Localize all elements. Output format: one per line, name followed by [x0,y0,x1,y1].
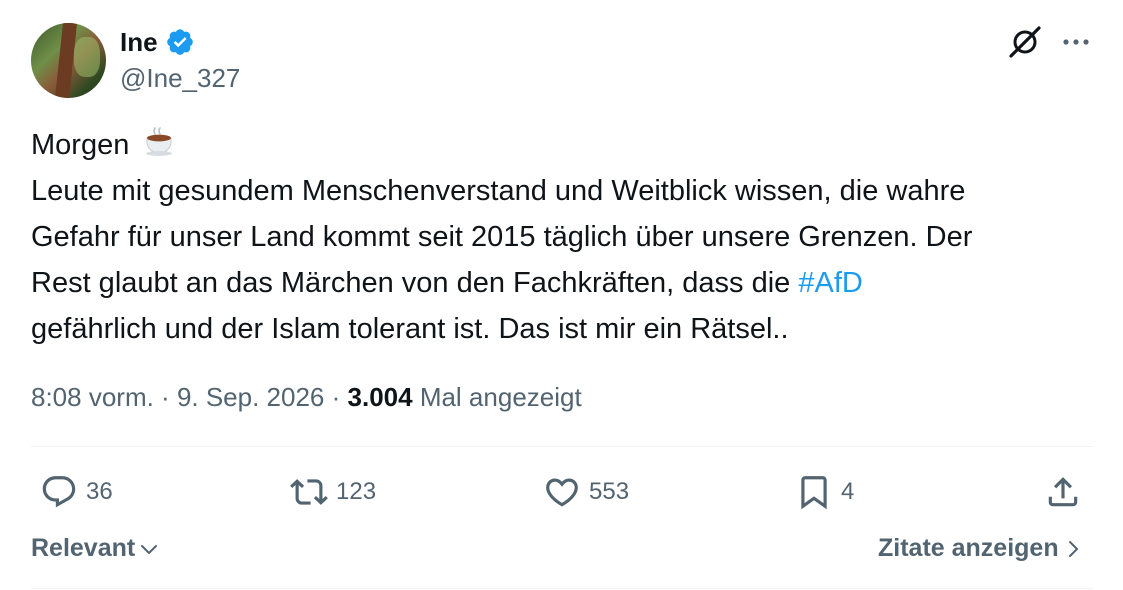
like-count: 553 [589,478,630,505]
share-button[interactable] [1044,470,1090,514]
tweet-greeting: Morgen [31,129,130,161]
meta-separator: · [153,382,177,412]
display-name-text: Ine [120,27,158,57]
hot-beverage-icon [146,127,173,156]
tweet-line-5: gefährlich und der Islam tolerant ist. D… [31,313,789,345]
tweet-line-3: Gefahr für unser Land kommt seit 2015 tä… [31,221,973,253]
tweet-line-1: Morgen [31,122,1101,168]
meta-separator: · [324,382,348,412]
chevron-down-icon [141,544,158,554]
avatar[interactable] [31,23,106,98]
hashtag-link[interactable]: #AfD [798,267,862,299]
divider [31,588,1093,589]
tweet-line-4-text: Rest glaubt an das Märchen von den Fachk… [31,267,799,299]
chevron-right-icon [1068,540,1078,557]
divider [31,446,1093,447]
repost-icon [290,479,328,505]
view-count-label: Mal angezeigt [412,382,582,412]
tweet-line-2: Leute mit gesundem Menschenverstand und … [31,175,966,207]
bookmark-button[interactable]: 4 [795,470,854,514]
sort-label: Relevant [31,534,136,562]
quotes-label: Zitate anzeigen [878,534,1059,562]
tweet-text: Morgen Leute mit gesundem Menschenversta… [31,122,1101,352]
reply-count: 36 [86,478,113,505]
more-icon[interactable] [1059,30,1093,54]
like-button[interactable]: 553 [543,470,629,514]
verified-badge-icon [166,29,193,55]
grok-icon[interactable] [1005,24,1045,60]
tweet-date[interactable]: 9. Sep. 2026 [177,382,324,412]
repost-button[interactable]: 123 [290,470,376,514]
tweet-time[interactable]: 8:08 vorm. [31,382,154,412]
bookmark-count: 4 [841,478,855,505]
view-count: 3.004 [347,382,413,412]
author-display-name[interactable]: Ine [120,26,195,58]
reply-icon [42,476,76,508]
avatar-foliage [74,37,100,77]
tweet-meta: 8:08 vorm. · 9. Sep. 2026 · 3.004 Mal an… [31,380,582,414]
author-handle[interactable]: @Ine_327 [120,62,240,94]
tweet-line-4: Rest glaubt an das Märchen von den Fachk… [31,260,1101,306]
heart-icon [546,478,578,507]
view-quotes-link[interactable]: Zitate anzeigen [878,534,1083,563]
bookmark-icon [801,476,827,510]
share-icon [1048,477,1078,507]
repost-count: 123 [336,478,377,505]
reply-button[interactable]: 36 [40,470,113,514]
sort-dropdown[interactable]: Relevant [31,534,159,563]
